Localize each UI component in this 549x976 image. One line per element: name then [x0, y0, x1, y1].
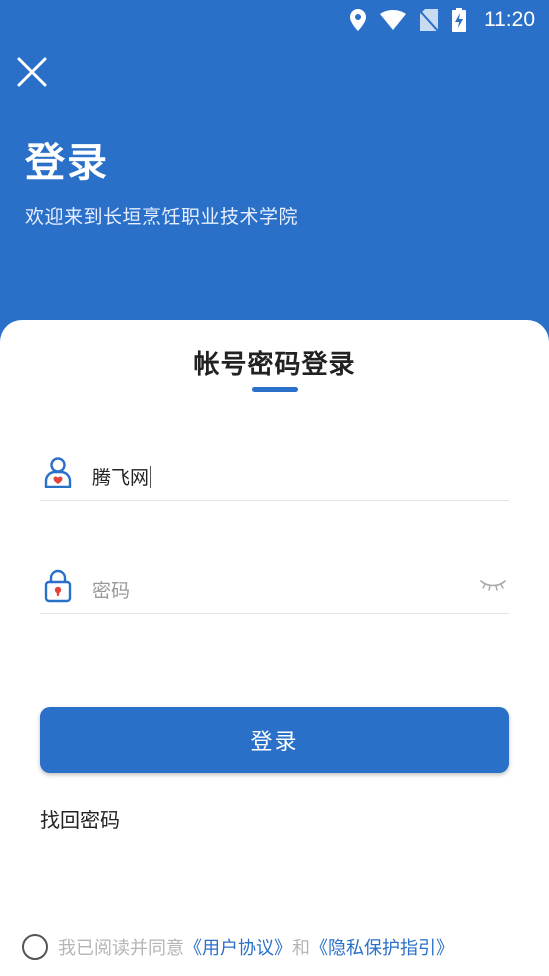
agreement-conjunction: 和	[292, 938, 310, 959]
welcome-subtitle: 欢迎来到长垣烹饪职业技术学院	[25, 206, 299, 228]
text-cursor	[150, 466, 152, 488]
password-input[interactable]: 密码	[92, 576, 130, 603]
close-button[interactable]	[14, 54, 50, 90]
privacy-policy-link[interactable]: 《隐私保护指引》	[310, 934, 454, 960]
user-icon	[44, 456, 72, 492]
tab-account-password-login[interactable]: 帐号密码登录	[0, 344, 549, 381]
username-field[interactable]: 腾飞网	[40, 440, 509, 501]
agreement-checkbox[interactable]	[22, 934, 48, 960]
no-sim-icon	[420, 9, 438, 31]
login-card: 帐号密码登录 腾飞网 密码 登录 找回密码 我已阅读并同意 《用户协议》 和 《…	[0, 320, 549, 976]
status-bar: 11:20	[0, 0, 549, 40]
page-title: 登录	[25, 140, 109, 186]
password-field[interactable]: 密码	[40, 553, 509, 614]
active-tab-indicator	[252, 387, 298, 392]
forgot-password-link[interactable]: 找回密码	[40, 804, 120, 833]
username-input[interactable]: 腾飞网	[92, 463, 152, 490]
login-button[interactable]: 登录	[40, 707, 509, 773]
agreement-row: 我已阅读并同意 《用户协议》 和 《隐私保护指引》	[22, 934, 454, 960]
close-icon	[17, 57, 47, 87]
wifi-icon	[380, 10, 406, 30]
battery-charging-icon	[452, 8, 466, 32]
location-icon	[350, 9, 366, 31]
user-agreement-link[interactable]: 《用户协议》	[184, 934, 292, 960]
status-time: 11:20	[484, 8, 535, 31]
agreement-prefix: 我已阅读并同意	[58, 938, 184, 959]
lock-icon	[44, 569, 72, 607]
username-value: 腾飞网	[92, 467, 150, 489]
eye-closed-icon[interactable]	[479, 577, 507, 596]
